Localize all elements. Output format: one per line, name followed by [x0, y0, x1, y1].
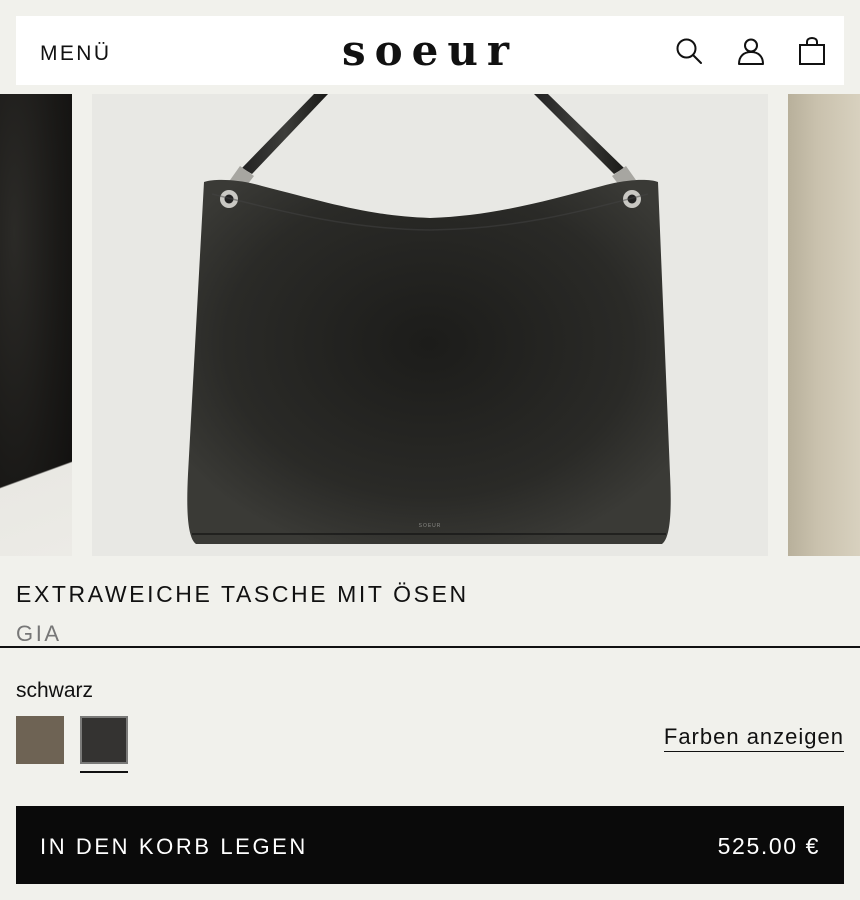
brand-logo[interactable]: soeur: [16, 26, 844, 75]
site-header: MENÜ soeur: [16, 16, 844, 85]
shopping-bag-icon[interactable]: [797, 36, 827, 66]
menu-button[interactable]: MENÜ: [40, 42, 111, 66]
selected-color-label: schwarz: [16, 679, 94, 702]
product-image-gallery[interactable]: SOEUR: [0, 94, 860, 556]
color-swatch-black[interactable]: [80, 716, 128, 764]
previous-product-image[interactable]: [0, 94, 72, 556]
product-name: GIA: [16, 621, 62, 646]
product-page: MENÜ soeur SOEUR EXTRAWEICHE TASCHE MIT …: [0, 0, 860, 900]
bag-brand-stamp: SOEUR: [419, 523, 442, 529]
search-icon[interactable]: [674, 36, 704, 66]
selected-swatch-indicator: [80, 771, 128, 773]
add-to-cart-label: IN DEN KORB LEGEN: [40, 834, 308, 859]
account-icon[interactable]: [736, 36, 766, 66]
add-to-cart-button[interactable]: IN DEN KORB LEGEN 525.00 €: [16, 806, 844, 884]
show-colors-link[interactable]: Farben anzeigen: [663, 724, 844, 752]
main-product-image[interactable]: SOEUR: [92, 94, 768, 556]
divider: [0, 646, 860, 648]
product-price: 525.00 €: [717, 833, 820, 859]
next-product-image[interactable]: [788, 94, 860, 556]
color-swatch-brown[interactable]: [16, 716, 64, 764]
product-title: EXTRAWEICHE TASCHE MIT ÖSEN: [16, 581, 469, 607]
